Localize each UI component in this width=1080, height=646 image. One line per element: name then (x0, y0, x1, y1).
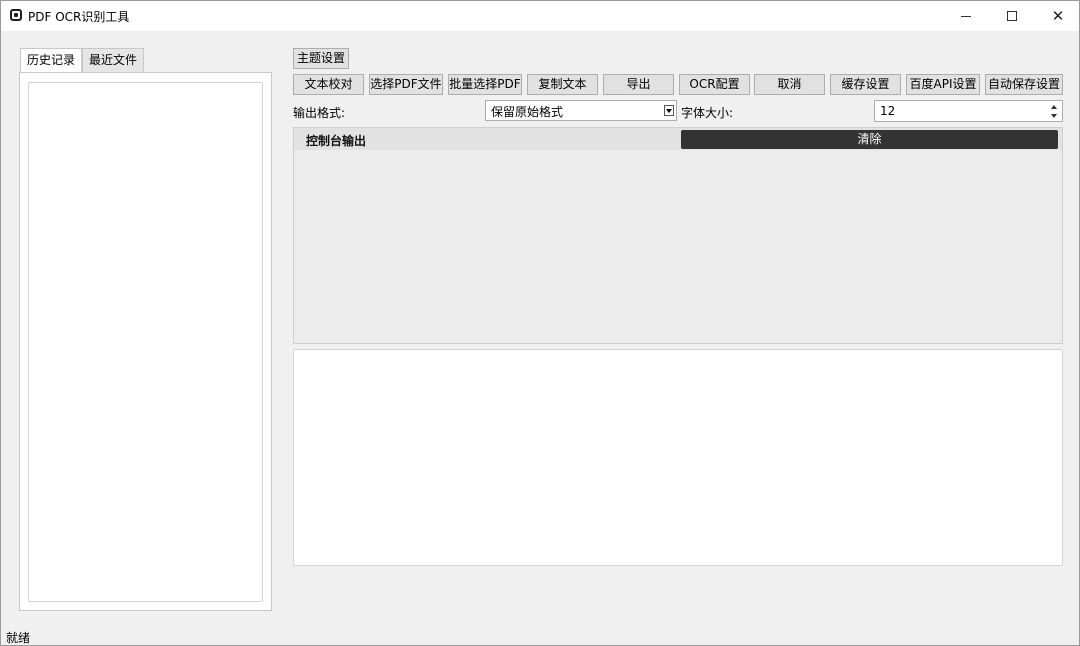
left-tab-bar: 历史记录 最近文件 (20, 48, 145, 73)
select-pdf-button[interactable]: 选择PDF文件 (369, 74, 443, 95)
console-title: 控制台输出 (306, 134, 367, 148)
output-format-value: 保留原始格式 (491, 105, 564, 119)
font-size-value: 12 (880, 104, 896, 118)
output-format-label: 输出格式: (293, 106, 346, 120)
status-text: 就绪 (6, 631, 31, 645)
font-size-spinbox[interactable]: 12 (874, 100, 1063, 122)
output-format-select[interactable]: 保留原始格式 (485, 100, 677, 121)
app-window: PDF OCR识别工具 ✕ 历史记录 最近文件 主题设置 文本校对 选择PDF文… (0, 0, 1080, 646)
window-title: PDF OCR识别工具 (28, 10, 130, 24)
spin-down-icon[interactable] (1047, 111, 1061, 120)
console-panel: 控制台输出 清除 (293, 127, 1063, 344)
export-button[interactable]: 导出 (603, 74, 674, 95)
text-proofread-button[interactable]: 文本校对 (293, 74, 364, 95)
autosave-settings-button[interactable]: 自动保存设置 (985, 74, 1063, 95)
baidu-api-settings-button[interactable]: 百度API设置 (906, 74, 980, 95)
minimize-icon (961, 15, 971, 17)
clear-console-button[interactable]: 清除 (681, 130, 1058, 149)
batch-select-pdf-button[interactable]: 批量选择PDF (448, 74, 522, 95)
close-icon: ✕ (1051, 6, 1065, 25)
copy-text-button[interactable]: 复制文本 (527, 74, 598, 95)
cancel-button[interactable]: 取消 (754, 74, 825, 95)
minimize-button[interactable] (943, 1, 989, 31)
maximize-button[interactable] (989, 1, 1035, 31)
font-size-label: 字体大小: (681, 106, 734, 120)
console-header: 控制台输出 清除 (294, 128, 1062, 150)
tab-recent-files[interactable]: 最近文件 (82, 48, 145, 72)
title-bar[interactable]: PDF OCR识别工具 ✕ (1, 1, 1079, 31)
ocr-config-button[interactable]: OCR配置 (679, 74, 750, 95)
theme-settings-button[interactable]: 主题设置 (293, 48, 349, 69)
app-icon (10, 9, 22, 21)
maximize-icon (1007, 11, 1017, 21)
result-text-area[interactable] (293, 349, 1063, 566)
close-button[interactable]: ✕ (1035, 1, 1080, 31)
history-list[interactable] (28, 82, 263, 602)
cache-settings-button[interactable]: 缓存设置 (830, 74, 901, 95)
tab-history[interactable]: 历史记录 (20, 48, 83, 73)
spin-up-icon[interactable] (1047, 102, 1061, 111)
chevron-down-icon[interactable] (664, 105, 674, 116)
